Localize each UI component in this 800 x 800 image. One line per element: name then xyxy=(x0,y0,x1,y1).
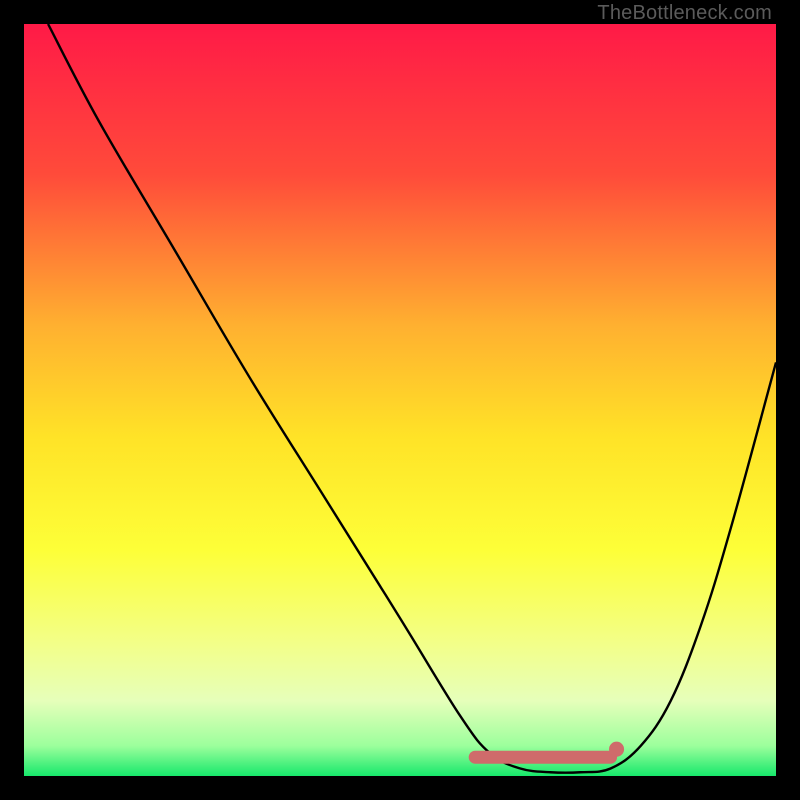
optimal-range-end-dot xyxy=(609,742,624,757)
watermark-text: TheBottleneck.com xyxy=(597,2,772,25)
gradient-background xyxy=(24,24,776,776)
bottleneck-chart xyxy=(24,24,776,776)
chart-frame xyxy=(24,24,776,776)
